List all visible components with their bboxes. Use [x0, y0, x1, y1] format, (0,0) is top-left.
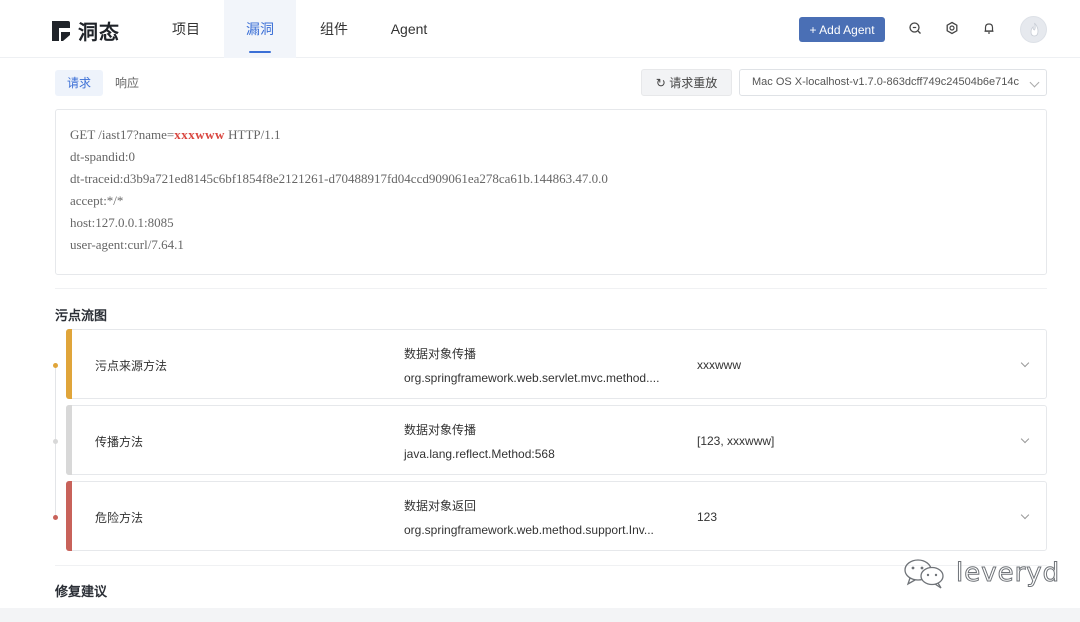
bell-icon[interactable] [982, 21, 996, 35]
logo[interactable]: 洞态 [50, 16, 120, 45]
chevron-down-icon[interactable] [1020, 510, 1030, 520]
nav-item-label: 漏洞 [246, 21, 274, 37]
flow-item-type: 数据对象传播 [404, 347, 477, 361]
add-agent-button[interactable]: + Add Agent [799, 17, 885, 42]
refresh-icon: ↻ [655, 76, 666, 90]
nav-item-projects[interactable]: 项目 [164, 0, 208, 58]
nav-item-vulnerabilities[interactable]: 漏洞 [224, 0, 296, 58]
taint-flow-title: 污点流图 [55, 308, 108, 323]
watermark-text: leveryd [955, 558, 1061, 589]
flow-color-bar [66, 481, 72, 551]
flow-item-label: 传播方法 [95, 435, 144, 449]
logo-icon [52, 20, 70, 41]
flow-item-type: 数据对象传播 [404, 423, 477, 437]
flow-item-method: org.springframework.web.servlet.mvc.meth… [404, 371, 660, 385]
flow-color-bar [66, 405, 72, 475]
nav-item-agent[interactable]: Agent [384, 0, 434, 58]
replay-label: 请求重放 [669, 76, 718, 90]
top-header: 洞态 项目 漏洞 组件 Agent + Add Agent [0, 0, 1080, 58]
tab-response[interactable]: 响应 [103, 70, 151, 96]
flow-item-value: xxxwww [697, 358, 741, 372]
flow-item-method: org.springframework.web.method.support.I… [404, 523, 654, 537]
chevron-down-icon[interactable] [1020, 358, 1030, 368]
request-line-prefix: GET /iast17?name= [70, 127, 175, 142]
bottom-bar [0, 608, 1080, 622]
request-content: GET /iast17?name=xxxwww HTTP/1.1 dt-span… [55, 109, 1047, 275]
flow-item-propagation[interactable]: 传播方法 数据对象传播 java.lang.reflect.Method:568… [66, 405, 1047, 475]
search-icon[interactable] [908, 21, 922, 35]
tab-request[interactable]: 请求 [55, 70, 104, 96]
flow-item-label: 危险方法 [95, 511, 144, 525]
user-avatar[interactable] [1020, 16, 1047, 43]
highlighted-parameter: xxxwww [174, 127, 225, 142]
chevron-down-icon[interactable] [1020, 434, 1030, 444]
request-response-tabs: 请求 响应 [55, 70, 151, 96]
section-divider [55, 565, 1047, 566]
active-tab-indicator [249, 51, 271, 53]
request-header-line: user-agent:curl/7.64.1 [70, 237, 184, 252]
request-line: GET /iast17?name=xxxwww HTTP/1.1 [70, 124, 1032, 146]
chevron-down-icon [1029, 77, 1040, 88]
flow-color-bar [66, 329, 72, 399]
section-divider [55, 288, 1047, 289]
flow-item-source[interactable]: 污点来源方法 数据对象传播 org.springframework.web.se… [66, 329, 1047, 399]
replay-request-button[interactable]: ↻ 请求重放 [641, 69, 732, 96]
request-header-line: host:127.0.0.1:8085 [70, 215, 174, 230]
wechat-icon [904, 559, 944, 589]
fix-suggestion-title: 修复建议 [55, 584, 108, 599]
logo-text: 洞态 [78, 20, 120, 44]
settings-icon[interactable] [945, 21, 959, 35]
agent-select[interactable]: Mac OS X-localhost-v1.7.0-863dcff749c245… [739, 69, 1047, 96]
timeline-dot [53, 363, 58, 368]
flow-item-sink[interactable]: 危险方法 数据对象返回 org.springframework.web.meth… [66, 481, 1047, 551]
flow-item-type: 数据对象返回 [404, 499, 477, 513]
flame-icon [1030, 22, 1039, 37]
vulnerability-detail-panel: 请求 响应 ↻ 请求重放 Mac OS X-localhost-v1.7.0-8… [44, 58, 1074, 608]
request-line-suffix: HTTP/1.1 [224, 127, 281, 142]
flow-item-label: 污点来源方法 [95, 359, 168, 373]
request-header-line: accept:*/* [70, 193, 124, 208]
nav-item-components[interactable]: 组件 [312, 0, 356, 58]
flow-item-method: java.lang.reflect.Method:568 [404, 447, 555, 461]
agent-select-value: Mac OS X-localhost-v1.7.0-863dcff749c245… [752, 76, 1020, 88]
request-header-line: dt-spandid:0 [70, 149, 135, 164]
timeline-dot [53, 439, 58, 444]
flow-item-value: [123, xxxwww] [697, 434, 775, 448]
timeline-dot [53, 515, 58, 520]
request-header-line: dt-traceid:d3b9a721ed8145c6bf1854f8e2121… [70, 171, 608, 186]
watermark: leveryd [902, 556, 1060, 590]
flow-item-value: 123 [697, 510, 718, 524]
